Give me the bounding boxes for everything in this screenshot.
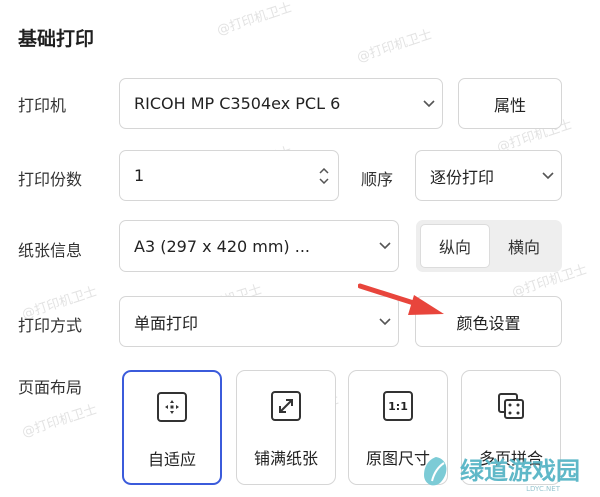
layout-label: 页面布局 [18,378,83,397]
chevron-down-icon [372,221,398,271]
order-select[interactable]: 逐份打印 [415,150,562,201]
printer-value: RICOH MP C3504ex PCL 6 [134,94,341,113]
order-label: 顺序 [361,170,394,189]
leaf-logo-icon [424,456,447,485]
paper-value: A3 (297 x 420 mm) ... [134,236,311,256]
copies-stepper[interactable]: 1 [119,150,339,201]
layout-option-fill[interactable]: 铺满纸张 [236,370,336,485]
copies-label: 打印份数 [18,170,83,189]
logo-name: 绿道游戏园 [460,456,580,485]
orientation-toggle: 纵向 横向 [416,220,562,272]
printer-label: 打印机 [18,96,67,115]
print-mode-value: 单面打印 [134,313,199,333]
order-value: 逐份打印 [430,167,495,187]
layout-option-label: 铺满纸张 [253,449,318,468]
multi-page-icon [496,391,526,421]
orientation-portrait[interactable]: 纵向 [420,224,490,268]
orientation-landscape[interactable]: 横向 [490,224,558,268]
print-mode-select[interactable]: 单面打印 [119,296,399,347]
layout-option-fit[interactable]: 自适应 [122,370,222,485]
copies-value: 1 [134,166,145,185]
paper-label: 纸张信息 [18,241,83,260]
annotation-arrow [358,283,444,315]
chevron-down-icon [535,151,561,200]
properties-button[interactable]: 属性 [458,78,562,129]
section-title: 基础打印 [18,28,95,50]
watermark: @打印机卫士 [215,0,295,39]
watermark: @打印机卫士 [20,402,100,441]
printer-select[interactable]: RICOH MP C3504ex PCL 6 [119,78,443,129]
fit-page-icon [157,392,187,422]
expand-icon [271,391,301,421]
print-mode-label: 打印方式 [18,316,83,335]
stepper-arrows[interactable] [310,151,338,200]
chevron-up-icon[interactable] [319,167,329,174]
site-logo: 绿道游戏园 LDYC.NET [418,444,600,497]
actual-size-icon: 1:1 [383,391,413,421]
paper-select[interactable]: A3 (297 x 420 mm) ... [119,220,399,272]
watermark: @打印机卫士 [355,27,435,66]
logo-sub: LDYC.NET [526,485,560,493]
layout-option-label: 自适应 [147,450,196,469]
chevron-down-icon [416,79,442,128]
chevron-down-icon[interactable] [319,177,329,184]
